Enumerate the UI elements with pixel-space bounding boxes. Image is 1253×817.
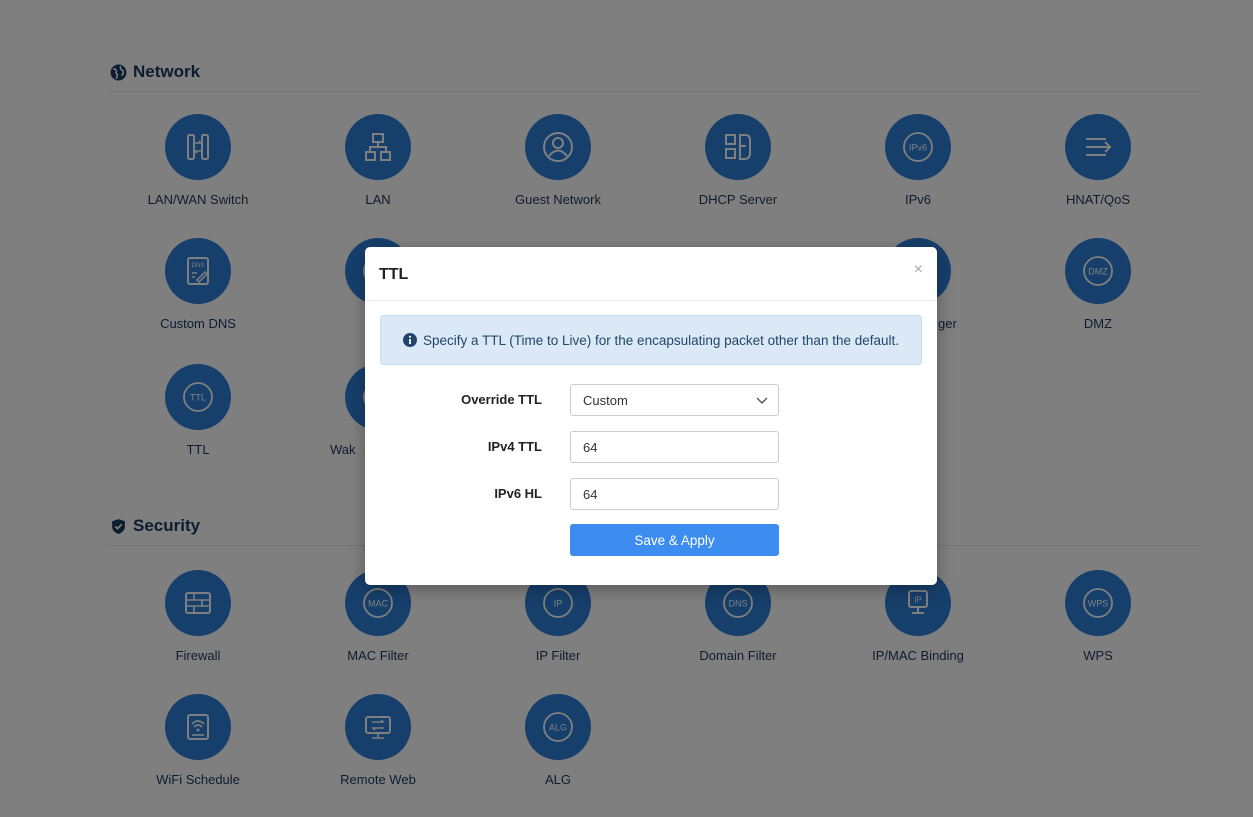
info-alert: Specify a TTL (Time to Live) for the enc… [380, 315, 922, 365]
override-ttl-select[interactable]: Custom [570, 384, 779, 416]
modal-header: TTL × [365, 247, 937, 301]
ipv6-hl-row: IPv6 HL 64 [365, 478, 937, 510]
chevron-down-icon [756, 397, 768, 404]
ipv4-ttl-label: IPv4 TTL [487, 439, 542, 454]
close-icon[interactable]: × [914, 261, 923, 279]
override-ttl-label: Override TTL [461, 392, 542, 407]
ipv6-hl-input[interactable]: 64 [570, 478, 779, 510]
ipv4-ttl-input[interactable]: 64 [570, 431, 779, 463]
save-apply-button[interactable]: Save & Apply [570, 524, 779, 556]
ipv6-hl-label: IPv6 HL [494, 486, 542, 501]
ipv4-ttl-row: IPv4 TTL 64 [365, 431, 937, 463]
modal-title: TTL [379, 266, 409, 283]
info-icon [402, 333, 417, 347]
override-ttl-row: Override TTL Custom [365, 384, 937, 416]
ttl-modal: TTL × Specify a TTL (Time to Live) for t… [365, 247, 937, 585]
info-text: Specify a TTL (Time to Live) for the enc… [422, 332, 899, 348]
